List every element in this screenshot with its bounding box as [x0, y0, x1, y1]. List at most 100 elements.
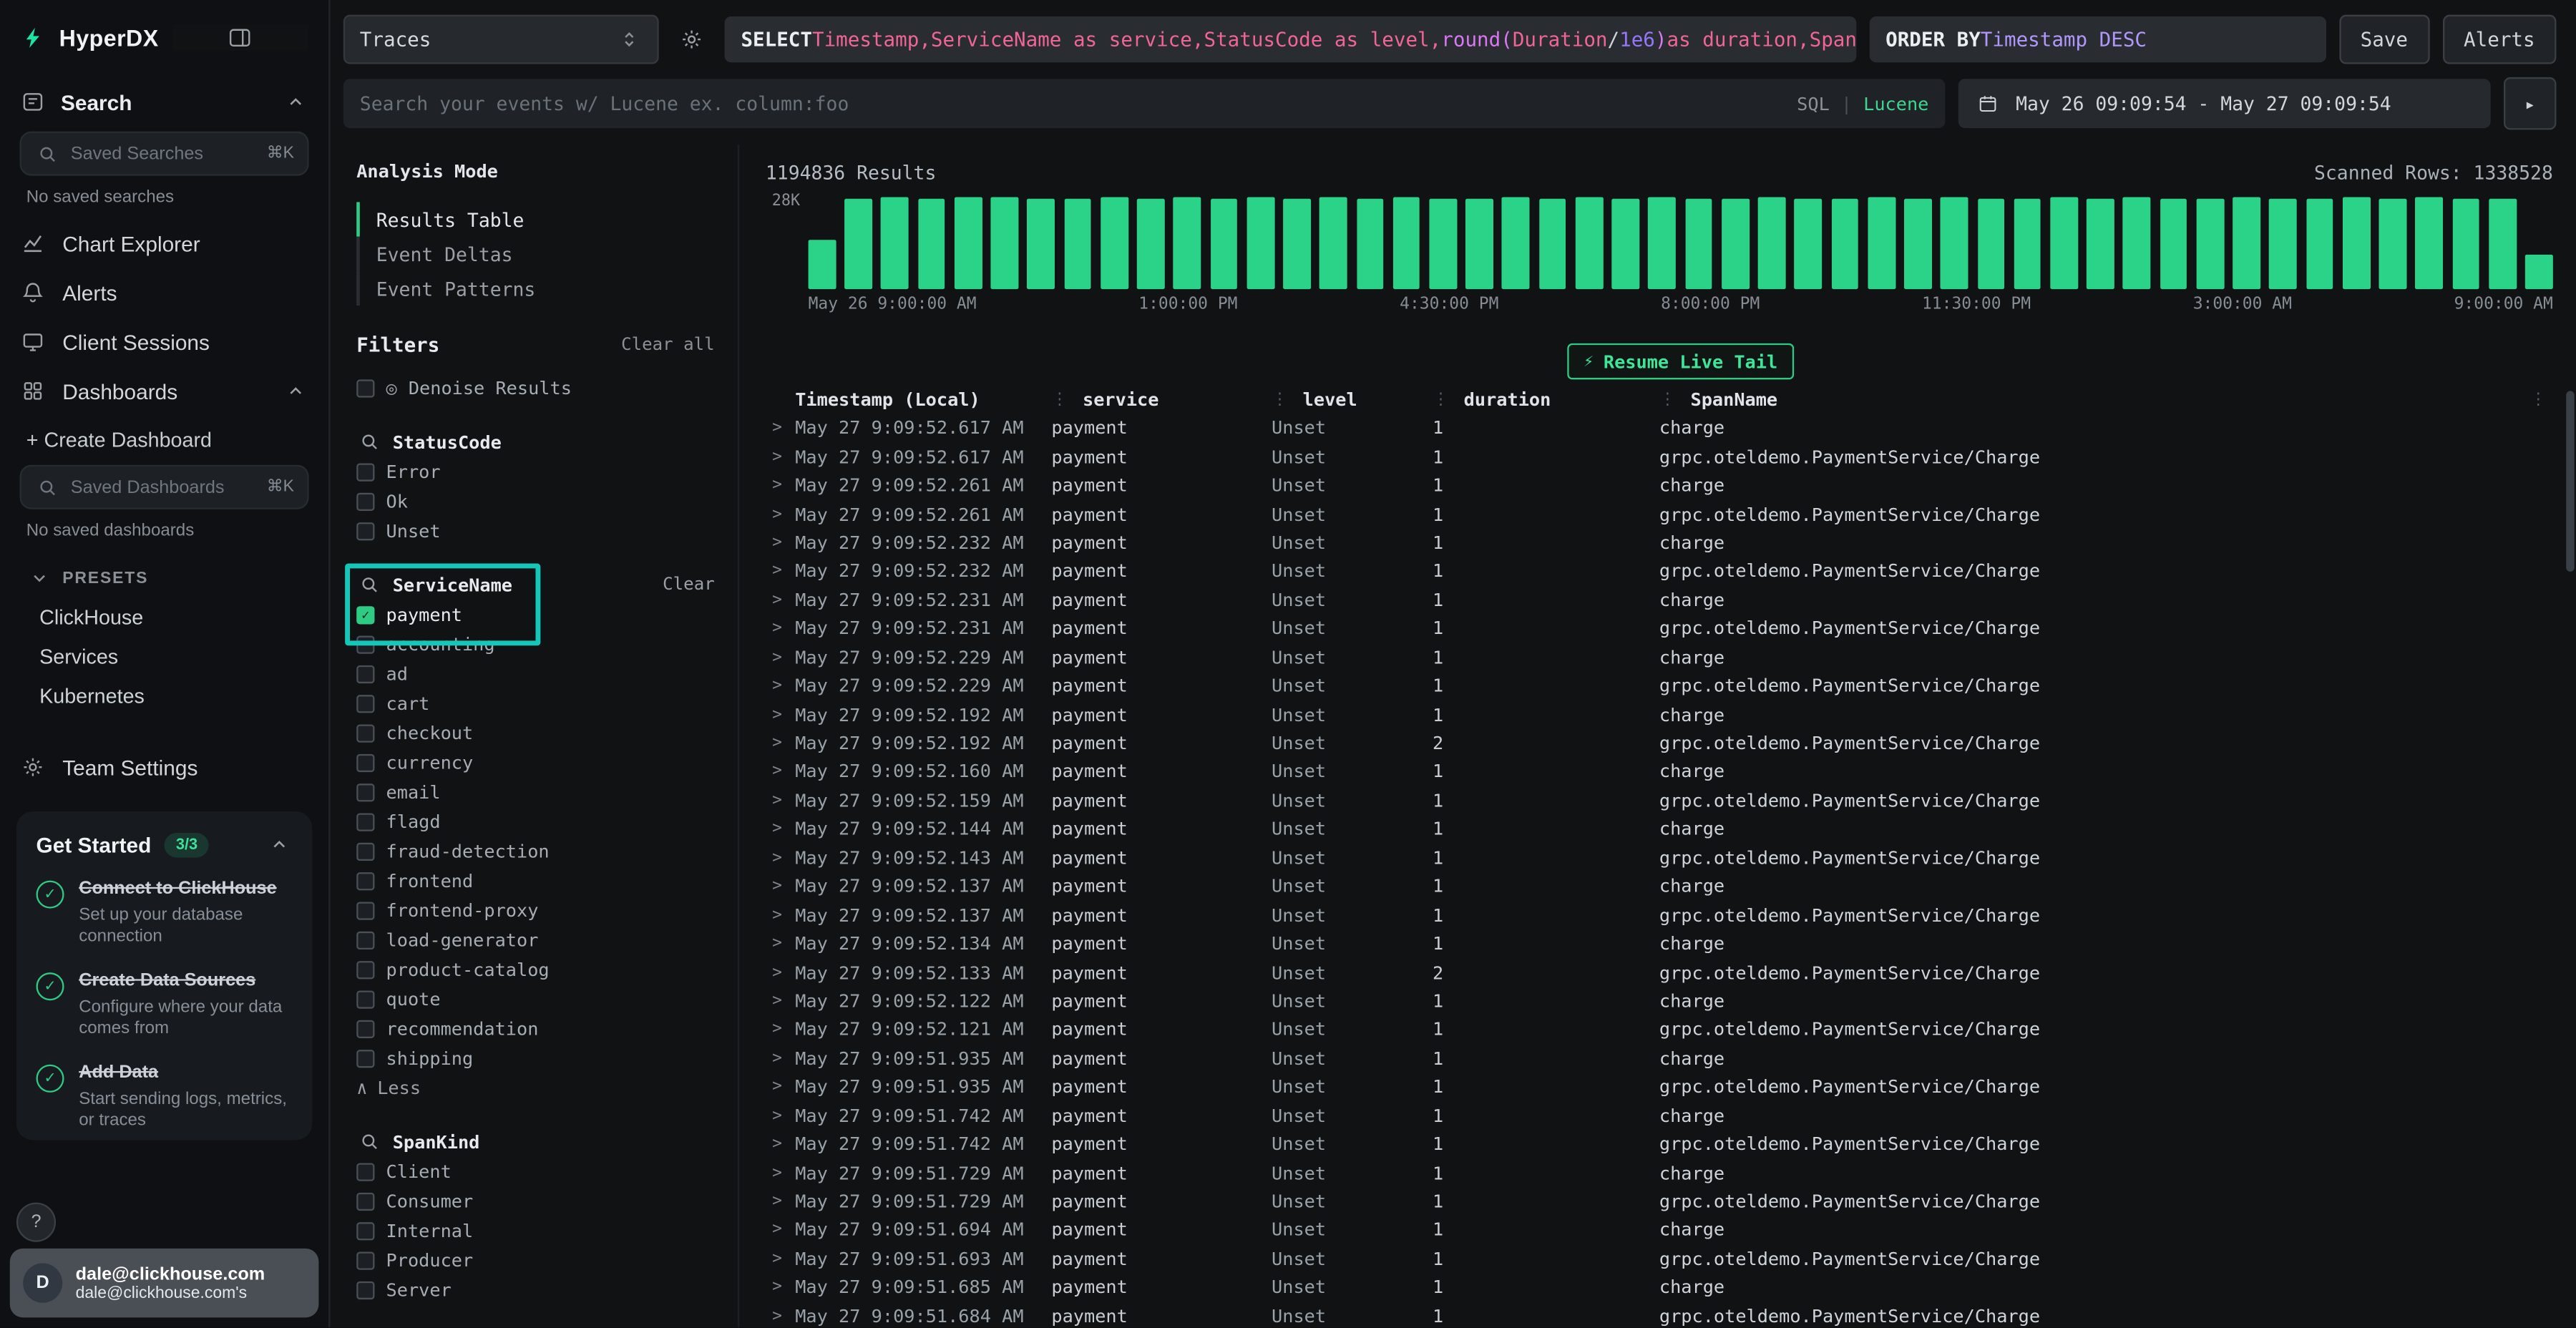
table-row[interactable]: >May 27 9:09:52.134 AMpaymentUnset1charg… [766, 929, 2553, 958]
checkbox[interactable] [356, 842, 374, 860]
expand-row-icon[interactable]: > [766, 1136, 795, 1153]
facet-header-spankind[interactable]: SpanKind [356, 1127, 715, 1156]
expand-row-icon[interactable]: > [766, 562, 795, 580]
facet-option-payment[interactable]: ✓payment [356, 600, 715, 629]
column-separator-icon[interactable]: ⋮ [1433, 391, 1449, 409]
source-select[interactable]: Traces [343, 15, 659, 64]
facet-option-consumer[interactable]: Consumer [356, 1186, 715, 1216]
save-button[interactable]: Save [2339, 15, 2429, 64]
table-row[interactable]: >May 27 9:09:51.742 AMpaymentUnset1charg… [766, 1101, 2553, 1130]
facet-option-quote[interactable]: quote [356, 984, 715, 1013]
table-row[interactable]: >May 27 9:09:52.192 AMpaymentUnset1charg… [766, 700, 2553, 729]
facet-option-load-generator[interactable]: load-generator [356, 925, 715, 954]
table-row[interactable]: >May 27 9:09:52.261 AMpaymentUnset1grpc.… [766, 500, 2553, 529]
table-row[interactable]: >May 27 9:09:52.232 AMpaymentUnset1charg… [766, 529, 2553, 557]
expand-row-icon[interactable]: > [766, 1078, 795, 1096]
facet-option-ad[interactable]: ad [356, 659, 715, 688]
expand-row-icon[interactable]: > [766, 791, 795, 809]
checkbox[interactable]: ✓ [356, 605, 374, 623]
presets-toggle[interactable]: PRESETS [0, 552, 328, 597]
checkbox[interactable] [356, 1192, 374, 1210]
column-header-timestamp-local-[interactable]: Timestamp (Local) [795, 389, 1051, 411]
checkbox[interactable] [356, 1281, 374, 1299]
facet-header-statuscode[interactable]: StatusCode [356, 427, 715, 456]
events-histogram[interactable]: 28K [766, 197, 2553, 290]
facet-option-recommendation[interactable]: recommendation [356, 1014, 715, 1043]
facet-option-flagd[interactable]: flagd [356, 806, 715, 836]
help-button[interactable]: ? [16, 1203, 56, 1242]
sql-select-input[interactable]: SELECT Timestamp, ServiceName as service… [725, 16, 1856, 62]
expand-row-icon[interactable]: > [766, 419, 795, 437]
facet-option-error[interactable]: Error [356, 456, 715, 486]
table-row[interactable]: >May 27 9:09:51.935 AMpaymentUnset1charg… [766, 1044, 2553, 1073]
column-header-level[interactable]: ⋮level [1272, 389, 1433, 411]
column-separator-icon[interactable]: ⋮ [1659, 391, 1676, 409]
expand-row-icon[interactable]: > [766, 591, 795, 609]
expand-row-icon[interactable]: > [766, 1307, 795, 1325]
checkbox[interactable] [356, 990, 374, 1007]
collapse-sidebar-icon[interactable] [172, 24, 309, 51]
create-dashboard-button[interactable]: + Create Dashboard [0, 416, 328, 462]
checkbox[interactable] [356, 1251, 374, 1269]
sidebar-item-dashboards[interactable]: Dashboards [0, 366, 328, 416]
checkbox[interactable] [356, 901, 374, 919]
expand-row-icon[interactable]: > [766, 505, 795, 523]
facet-option-product-catalog[interactable]: product-catalog [356, 954, 715, 984]
table-row[interactable]: >May 27 9:09:51.742 AMpaymentUnset1grpc.… [766, 1130, 2553, 1158]
facet-option-frontend[interactable]: frontend [356, 866, 715, 895]
clear-filter-link[interactable]: Clear [663, 575, 715, 595]
table-row[interactable]: >May 27 9:09:52.122 AMpaymentUnset1charg… [766, 987, 2553, 1015]
saved-dashboards-input[interactable]: Saved Dashboards ⌘K [20, 465, 309, 509]
sidebar-item-alerts[interactable]: Alerts [0, 268, 328, 317]
facet-option-frontend-proxy[interactable]: frontend-proxy [356, 895, 715, 924]
facet-option-unset[interactable]: Unset [356, 516, 715, 545]
expand-row-icon[interactable]: > [766, 1164, 795, 1182]
source-settings-button[interactable] [672, 20, 711, 59]
expand-row-icon[interactable]: > [766, 935, 795, 953]
table-row[interactable]: >May 27 9:09:52.143 AMpaymentUnset1grpc.… [766, 844, 2553, 872]
column-header-service[interactable]: ⋮service [1051, 389, 1272, 411]
checkbox[interactable] [356, 1049, 374, 1067]
checkbox[interactable] [356, 694, 374, 712]
checkbox[interactable] [356, 1020, 374, 1038]
get-started-step[interactable]: ✓Create Data SourcesConfigure where your… [36, 971, 293, 1042]
table-row[interactable]: >May 27 9:09:52.617 AMpaymentUnset1grpc.… [766, 443, 2553, 472]
resume-live-tail-button[interactable]: ⚡ Resume Live Tail [1567, 343, 1794, 380]
table-row[interactable]: >May 27 9:09:52.231 AMpaymentUnset1charg… [766, 586, 2553, 615]
table-row[interactable]: >May 27 9:09:52.144 AMpaymentUnset1charg… [766, 815, 2553, 844]
expand-row-icon[interactable]: > [766, 763, 795, 781]
analysis-mode-event-patterns[interactable]: Event Patterns [356, 271, 715, 306]
table-row[interactable]: >May 27 9:09:52.229 AMpaymentUnset1charg… [766, 643, 2553, 672]
preset-item-services[interactable]: Services [0, 638, 328, 677]
facet-option-email[interactable]: email [356, 777, 715, 806]
sidebar-item-chart-explorer[interactable]: Chart Explorer [0, 218, 328, 268]
saved-searches-input[interactable]: Saved Searches ⌘K [20, 132, 309, 176]
get-started-step[interactable]: ✓Add DataStart sending logs, metrics, or… [36, 1063, 293, 1134]
facet-header-servicename[interactable]: ServiceNameClear [356, 570, 715, 600]
column-header-spanname[interactable]: ⋮SpanName [1659, 389, 2530, 411]
expand-row-icon[interactable]: > [766, 620, 795, 638]
checkbox[interactable] [356, 931, 374, 949]
table-row[interactable]: >May 27 9:09:51.729 AMpaymentUnset1charg… [766, 1158, 2553, 1187]
checkbox[interactable] [356, 723, 374, 741]
expand-row-icon[interactable]: > [766, 1221, 795, 1239]
table-row[interactable]: >May 27 9:09:52.137 AMpaymentUnset1grpc.… [766, 901, 2553, 929]
sidebar-item-team-settings[interactable]: Team Settings [0, 743, 328, 792]
facet-option-cart[interactable]: cart [356, 688, 715, 718]
user-menu[interactable]: D dale@clickhouse.com dale@clickhouse.co… [10, 1249, 319, 1317]
run-query-button[interactable]: ▸ [2504, 77, 2556, 130]
column-separator-icon[interactable]: ⋮ [1272, 391, 1288, 409]
table-row[interactable]: >May 27 9:09:51.935 AMpaymentUnset1grpc.… [766, 1073, 2553, 1101]
expand-row-icon[interactable]: > [766, 1250, 795, 1268]
expand-row-icon[interactable]: > [766, 1107, 795, 1125]
get-started-header[interactable]: Get Started 3/3 [36, 831, 293, 858]
expand-row-icon[interactable]: > [766, 878, 795, 896]
expand-row-icon[interactable]: > [766, 1021, 795, 1039]
language-toggle[interactable]: SQL | Lucene [1797, 93, 1928, 114]
table-row[interactable]: >May 27 9:09:52.617 AMpaymentUnset1charg… [766, 414, 2553, 443]
table-row[interactable]: >May 27 9:09:52.232 AMpaymentUnset1grpc.… [766, 557, 2553, 586]
facet-option-accounting[interactable]: accounting [356, 629, 715, 658]
preset-item-kubernetes[interactable]: Kubernetes [0, 677, 328, 716]
show-less-link[interactable]: ∧Less [356, 1073, 715, 1102]
analysis-mode-event-deltas[interactable]: Event Deltas [356, 237, 715, 271]
